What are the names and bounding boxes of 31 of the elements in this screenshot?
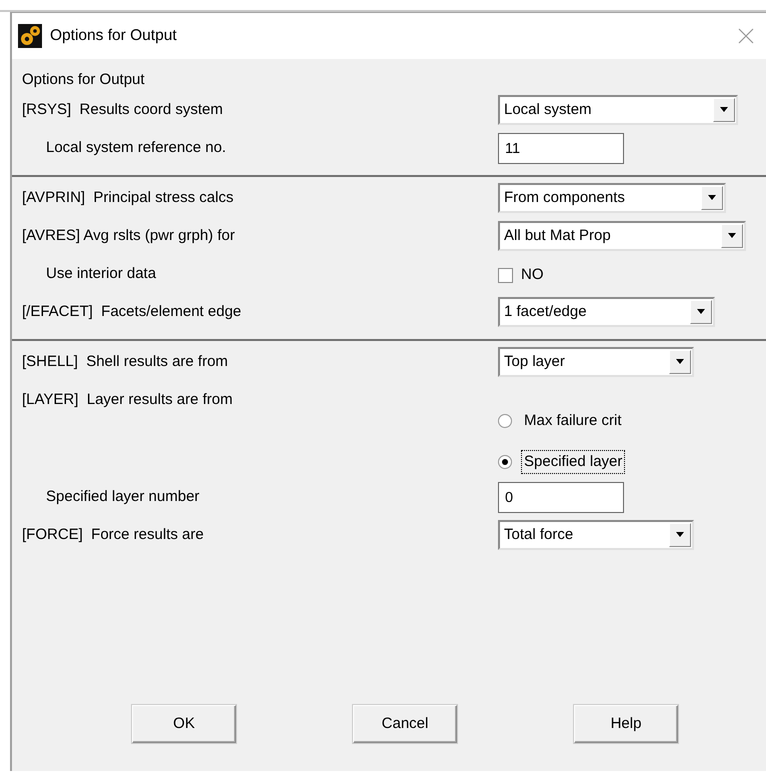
window-title: Options for Output (50, 26, 178, 46)
field-label: Use interior data (45, 264, 158, 284)
field-label: [/EFACET] Facets/element edge (21, 302, 242, 322)
radio-button[interactable] (498, 414, 512, 428)
field-label: Local system reference no. (45, 138, 228, 158)
close-icon[interactable] (738, 28, 754, 44)
checkbox-label: NO (521, 265, 544, 285)
field-label: [AVPRIN] Principal stress calcs (21, 188, 234, 208)
dropdown[interactable]: Top layer (498, 347, 694, 377)
field-label: [SHELL] Shell results are from (21, 352, 229, 372)
dropdown[interactable]: All but Mat Prop (498, 221, 746, 251)
dropdown[interactable]: From components (498, 183, 726, 213)
field-label: [RSYS] Results coord system (21, 100, 224, 120)
dialog-button[interactable]: OK (132, 705, 236, 743)
field-label: Specified layer number (45, 487, 200, 507)
radio-button[interactable] (498, 454, 512, 469)
gears-icon (18, 24, 42, 48)
dialog-button[interactable]: Help (574, 705, 678, 743)
dropdown[interactable]: Total force (498, 520, 694, 550)
field-label: [LAYER] Layer results are from (21, 390, 234, 410)
dropdown[interactable]: 1 facet/edge (498, 297, 715, 327)
input-field[interactable]: 11 (498, 133, 624, 164)
dialog-button[interactable]: Cancel (353, 705, 457, 743)
field-label: [FORCE] Force results are (21, 525, 205, 545)
radio-label: Max failure crit (523, 411, 623, 431)
checkbox[interactable] (498, 268, 513, 283)
field-label: [AVRES] Avg rslts (pwr grph) for (21, 226, 236, 246)
radio-label: Specified layer (521, 450, 626, 474)
dropdown[interactable]: Local system (498, 95, 738, 125)
input-field[interactable]: 0 (498, 482, 624, 513)
dialog-heading: Options for Output (21, 70, 146, 90)
